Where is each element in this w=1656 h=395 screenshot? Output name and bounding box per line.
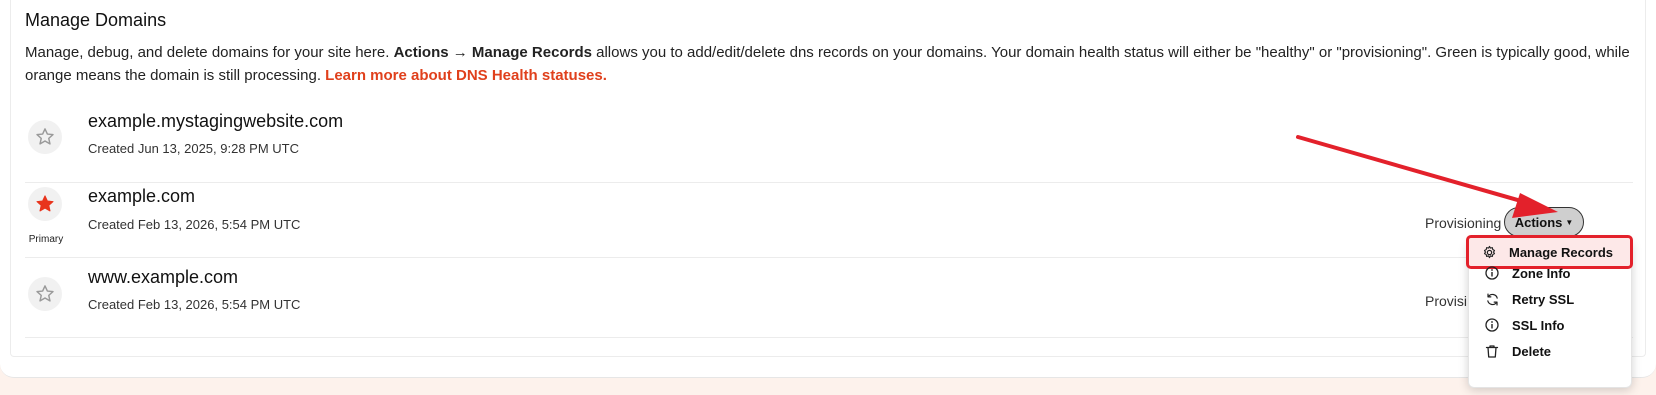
info-icon [1484, 317, 1500, 333]
domain-name: www.example.com [88, 267, 239, 287]
domain-row: Primary example.com Created Feb 13, 2026… [25, 178, 1633, 258]
star-filled-icon [36, 195, 54, 212]
domain-name: example.mystagingwebsite.com [88, 111, 344, 131]
desc-intro: Manage, debug, and delete domains for yo… [25, 44, 394, 61]
primary-label: Primary [28, 234, 64, 245]
domain-created: Created Feb 13, 2026, 5:54 PM UTC [88, 217, 301, 232]
menu-item-label: Retry SSL [1512, 291, 1575, 307]
actions-label: Actions [1514, 214, 1563, 230]
caret-down-icon: ▼ [1565, 217, 1574, 227]
set-primary-button[interactable] [28, 120, 62, 154]
menu-item-delete[interactable]: Delete [1469, 338, 1633, 364]
trash-icon [1484, 343, 1500, 359]
set-primary-button[interactable] [28, 277, 62, 311]
primary-star-button[interactable] [28, 187, 62, 221]
gear-icon [1481, 244, 1497, 260]
domain-created: Created Feb 13, 2026, 5:54 PM UTC [88, 297, 301, 312]
status-text: Provisioning [1425, 215, 1502, 231]
learn-more-link[interactable]: Learn more about DNS Health statuses. [325, 67, 607, 84]
actions-menu: Manage Records Zone Info Retry SSL SSL I… [1466, 235, 1633, 388]
domain-created: Created Jun 13, 2025, 9:28 PM UTC [88, 141, 300, 156]
menu-item-label: Delete [1512, 343, 1552, 359]
menu-item-label: Manage Records [1509, 244, 1614, 260]
domain-row: www.example.com Created Feb 13, 2026, 5:… [25, 258, 1633, 338]
section-description: Manage, debug, and delete domains for yo… [25, 41, 1635, 87]
star-outline-icon [36, 285, 54, 302]
menu-item-zone-info[interactable]: Zone Info [1469, 260, 1633, 286]
section-title: Manage Domains [25, 10, 167, 30]
manage-domains-card: Manage Domains Manage, debug, and delete… [0, 0, 1656, 378]
status-text: Provisi [1425, 293, 1468, 309]
domain-name: example.com [88, 186, 196, 206]
domain-row: example.mystagingwebsite.com Created Jun… [25, 103, 1633, 183]
actions-dropdown-button[interactable]: Actions ▼ [1504, 207, 1584, 237]
menu-item-ssl-info[interactable]: SSL Info [1469, 312, 1633, 338]
menu-item-label: SSL Info [1512, 317, 1565, 333]
menu-item-retry-ssl[interactable]: Retry SSL [1469, 286, 1633, 312]
info-icon [1484, 265, 1500, 281]
menu-item-label: Zone Info [1512, 265, 1571, 281]
refresh-icon [1484, 291, 1500, 307]
star-outline-icon [36, 128, 54, 145]
desc-bold: Actions → Manage Records [393, 44, 592, 61]
